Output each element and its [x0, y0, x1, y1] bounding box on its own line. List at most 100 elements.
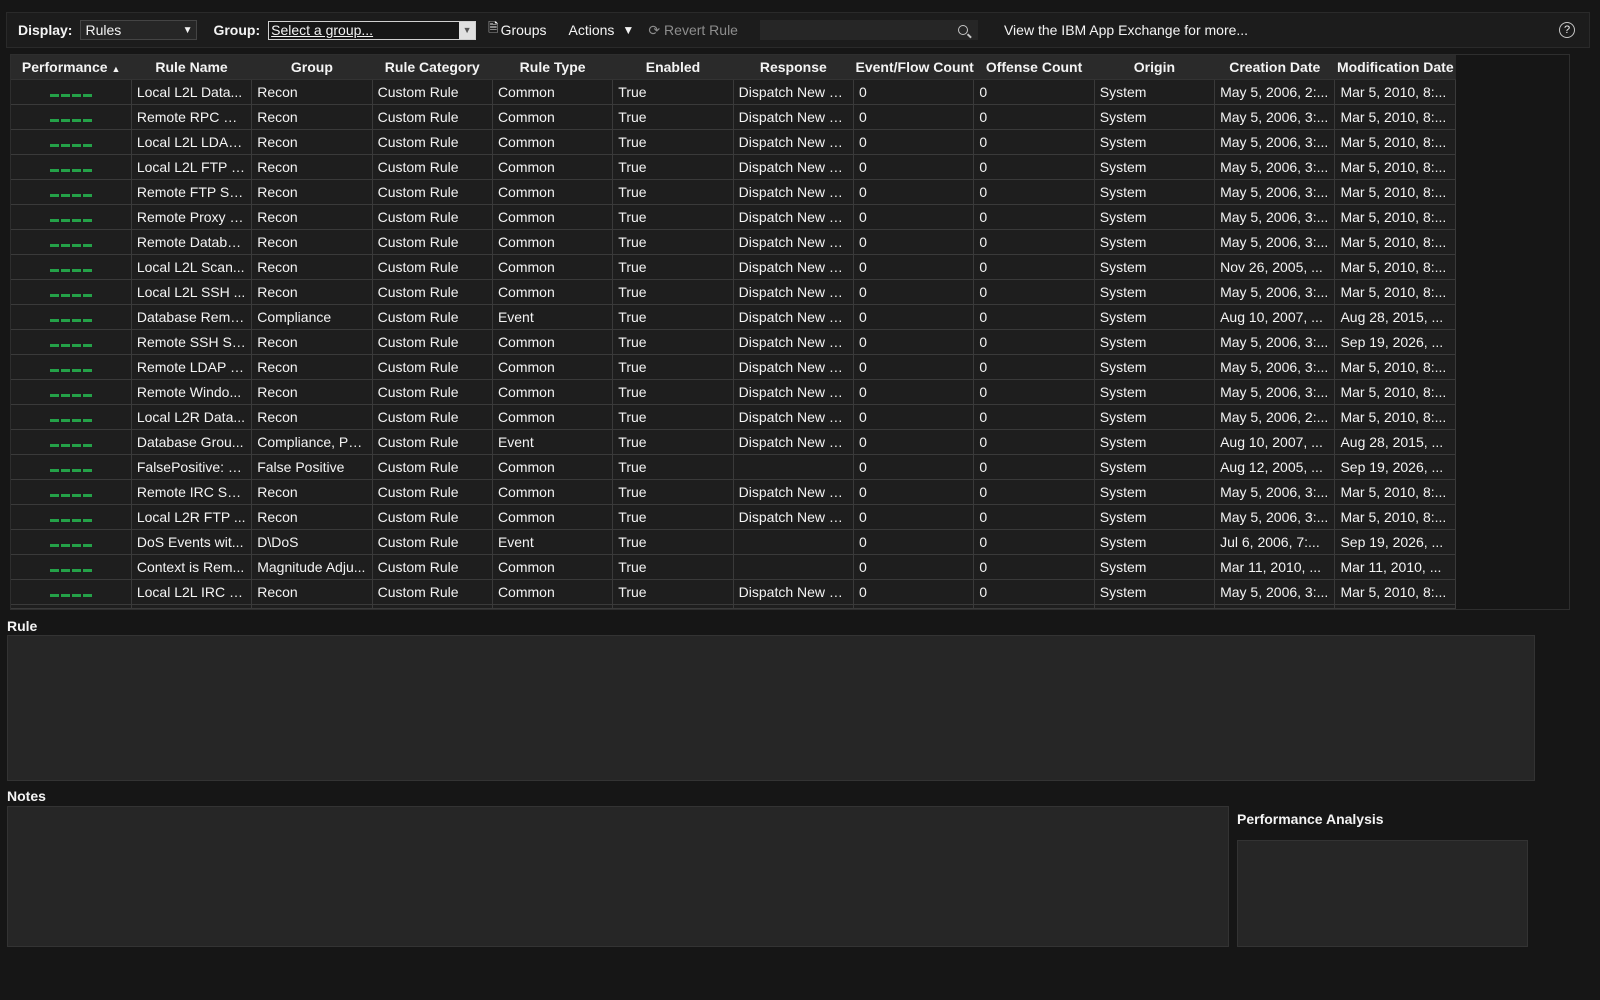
group-select[interactable]: Select a group... ▼ [268, 20, 477, 40]
document-icon: 🗎 [488, 20, 499, 35]
search-input[interactable] [759, 20, 978, 40]
table-row[interactable]: Database Grou... Compliance, Po... Custom … [11, 429, 1456, 455]
rule-name-cell: Context is Rem... [131, 554, 253, 580]
creation-date-cell: May 5, 2006, 3:... [1214, 154, 1336, 180]
dropdown-arrow-icon[interactable]: ▼ [459, 21, 476, 39]
rule-type-cell: Common [492, 329, 614, 355]
table-row[interactable]: Database Remo... Compliance Custom Rule Eve… [11, 304, 1456, 330]
revert-rule-button[interactable]: ⟳ Revert Rule [648, 22, 738, 39]
group-cell: Compliance [251, 304, 373, 330]
rule-category-cell: Custom Rule [372, 129, 493, 155]
column-header-offense-count[interactable]: Offense Count [973, 55, 1095, 80]
table-row[interactable]: Remote Databa... Recon Custom Rule Common Tr… [11, 229, 1456, 255]
column-header-rule-name[interactable]: Rule Name [131, 55, 252, 80]
table-row[interactable]: Local L2L Data... Recon Custom Rule Common T… [11, 79, 1456, 105]
table-row[interactable]: Remote RPC Se... Recon Custom Rule Common Tr… [11, 104, 1456, 130]
offense-count-cell: 0 [973, 404, 1095, 430]
performance-bars-icon [49, 93, 92, 97]
column-header-event-flow-count[interactable]: Event/Flow Count [853, 55, 974, 80]
table-row[interactable]: Remote IRC Se... Recon Custom Rule Common Tr… [11, 479, 1456, 505]
column-header-rule-category[interactable]: Rule Category [372, 55, 493, 80]
table-row[interactable]: DoS Events wit... D\DoS Custom Rule Event Tr… [11, 529, 1456, 555]
enabled-cell: True [612, 404, 734, 430]
help-icon[interactable]: ? [1559, 22, 1575, 38]
event-flow-count-cell: 0 [853, 329, 975, 355]
response-cell: Dispatch New E... [733, 129, 855, 155]
actions-button[interactable]: Actions ▼ [569, 22, 635, 38]
table-row[interactable]: Local L2L LDAP ... Recon Custom Rule Common… [11, 129, 1456, 155]
rule-name-cell: Local L2L IRC S... [131, 579, 253, 605]
chevron-down-icon: ▼ [182, 24, 193, 36]
offense-count-cell: 0 [973, 579, 1095, 605]
column-header-origin[interactable]: Origin [1094, 55, 1215, 80]
performance-cell [11, 404, 132, 430]
revert-rule-label: Revert Rule [664, 22, 738, 38]
table-header: Performance ▲ Rule Name Group Rule Catego… [11, 55, 1456, 80]
creation-date-cell: May 5, 2006, 3:... [1214, 479, 1336, 505]
table-row[interactable]: Local L2R FTP ... Recon Custom Rule Common T… [11, 504, 1456, 530]
rule-name-cell: FalsePositive: F... [131, 454, 253, 480]
modification-date-cell: Mar 5, 2010, 8:... [1334, 379, 1456, 405]
table-row[interactable]: Local L2L IRC S... Recon Custom Rule Common… [11, 579, 1456, 605]
performance-analysis-panel [1237, 840, 1528, 947]
response-cell: Dispatch New E... [733, 204, 855, 230]
rule-name-cell: Remote FTP Sc... [131, 179, 253, 205]
table-row[interactable]: FalsePositive: F... False Positive Custom … [11, 454, 1456, 480]
origin-cell: System [1094, 79, 1216, 105]
column-header-modification-date[interactable]: Modification Date [1334, 55, 1456, 80]
column-header-creation-date[interactable]: Creation Date [1214, 55, 1335, 80]
table-row[interactable]: Local L2R Data... Recon Custom Rule Common T… [11, 404, 1456, 430]
rule-type-cell: Event [492, 429, 614, 455]
table-row[interactable]: Remote Proxy S... Recon Custom Rule Common T… [11, 204, 1456, 230]
event-flow-count-cell: 0 [853, 504, 975, 530]
column-header-performance[interactable]: Performance ▲ [11, 55, 132, 80]
performance-cell [11, 354, 132, 380]
origin-cell: System [1094, 154, 1216, 180]
modification-date-cell: Aug 28, 2015, ... [1334, 429, 1456, 455]
notes-textarea[interactable] [7, 806, 1229, 947]
column-header-enabled[interactable]: Enabled [612, 55, 734, 80]
groups-button[interactable]: 🗎 Groups [488, 19, 546, 41]
column-header-rule-type[interactable]: Rule Type [492, 55, 613, 80]
performance-cell [11, 129, 132, 155]
performance-cell [11, 479, 132, 505]
table-row[interactable]: Local L2L FTP S... Recon Custom Rule Common… [11, 154, 1456, 180]
table-row[interactable]: Local L2L SSH ... Recon Custom Rule Common T… [11, 279, 1456, 305]
table-row[interactable]: Remote Windo... Recon Custom Rule Common Tru… [11, 379, 1456, 405]
toolbar: Display: Rules ▼ Group: Select a group..… [6, 12, 1590, 48]
display-select[interactable]: Rules ▼ [80, 20, 198, 40]
table-row[interactable]: Remote SSH Se... Recon Custom Rule Common Tr… [11, 329, 1456, 355]
performance-bars-icon [49, 518, 92, 522]
revert-icon: ⟳ [648, 21, 661, 38]
column-header-group[interactable]: Group [251, 55, 373, 80]
table-row[interactable]: Local L2L Scan... Recon Custom Rule Common T… [11, 254, 1456, 280]
table-row[interactable]: Remote LDAP S... Recon Custom Rule Common Tr… [11, 354, 1456, 380]
rule-type-cell: Common [492, 129, 614, 155]
performance-cell [11, 279, 132, 305]
origin-cell: System [1094, 254, 1216, 280]
modification-date-cell: Mar 5, 2010, 8:... [1334, 579, 1456, 605]
search-icon[interactable] [957, 25, 968, 35]
modification-date-cell: Mar 5, 2010, 8:... [1334, 79, 1456, 105]
enabled-cell: True [612, 254, 734, 280]
creation-date-cell: May 5, 2006, 3:... [1214, 329, 1336, 355]
column-header-response[interactable]: Response [733, 55, 854, 80]
table-row[interactable]: Context is Rem... Magnitude Adju... Custom… [11, 554, 1456, 580]
origin-cell: System [1094, 479, 1216, 505]
group-cell: Recon [251, 79, 373, 105]
creation-date-cell: Aug 10, 2007, ... [1214, 304, 1336, 330]
event-flow-count-cell: 0 [853, 154, 975, 180]
table-row[interactable]: Remote FTP Sc... Recon Custom Rule Common Tr… [11, 179, 1456, 205]
enabled-cell: True [612, 304, 734, 330]
offense-count-cell: 0 [973, 79, 1095, 105]
modification-date-cell: Mar 5, 2010, 8:... [1334, 154, 1456, 180]
enabled-cell: True [612, 354, 734, 380]
event-flow-count-cell: 0 [853, 129, 975, 155]
creation-date-cell: May 5, 2006, 2:... [1214, 404, 1336, 430]
group-cell: Recon [251, 129, 373, 155]
rule-type-cell: Common [492, 229, 614, 255]
response-cell: Dispatch New E... [733, 504, 855, 530]
rule-type-cell: Common [492, 179, 614, 205]
performance-cell [11, 454, 132, 480]
app-exchange-link[interactable]: View the IBM App Exchange for more... [1004, 22, 1248, 38]
